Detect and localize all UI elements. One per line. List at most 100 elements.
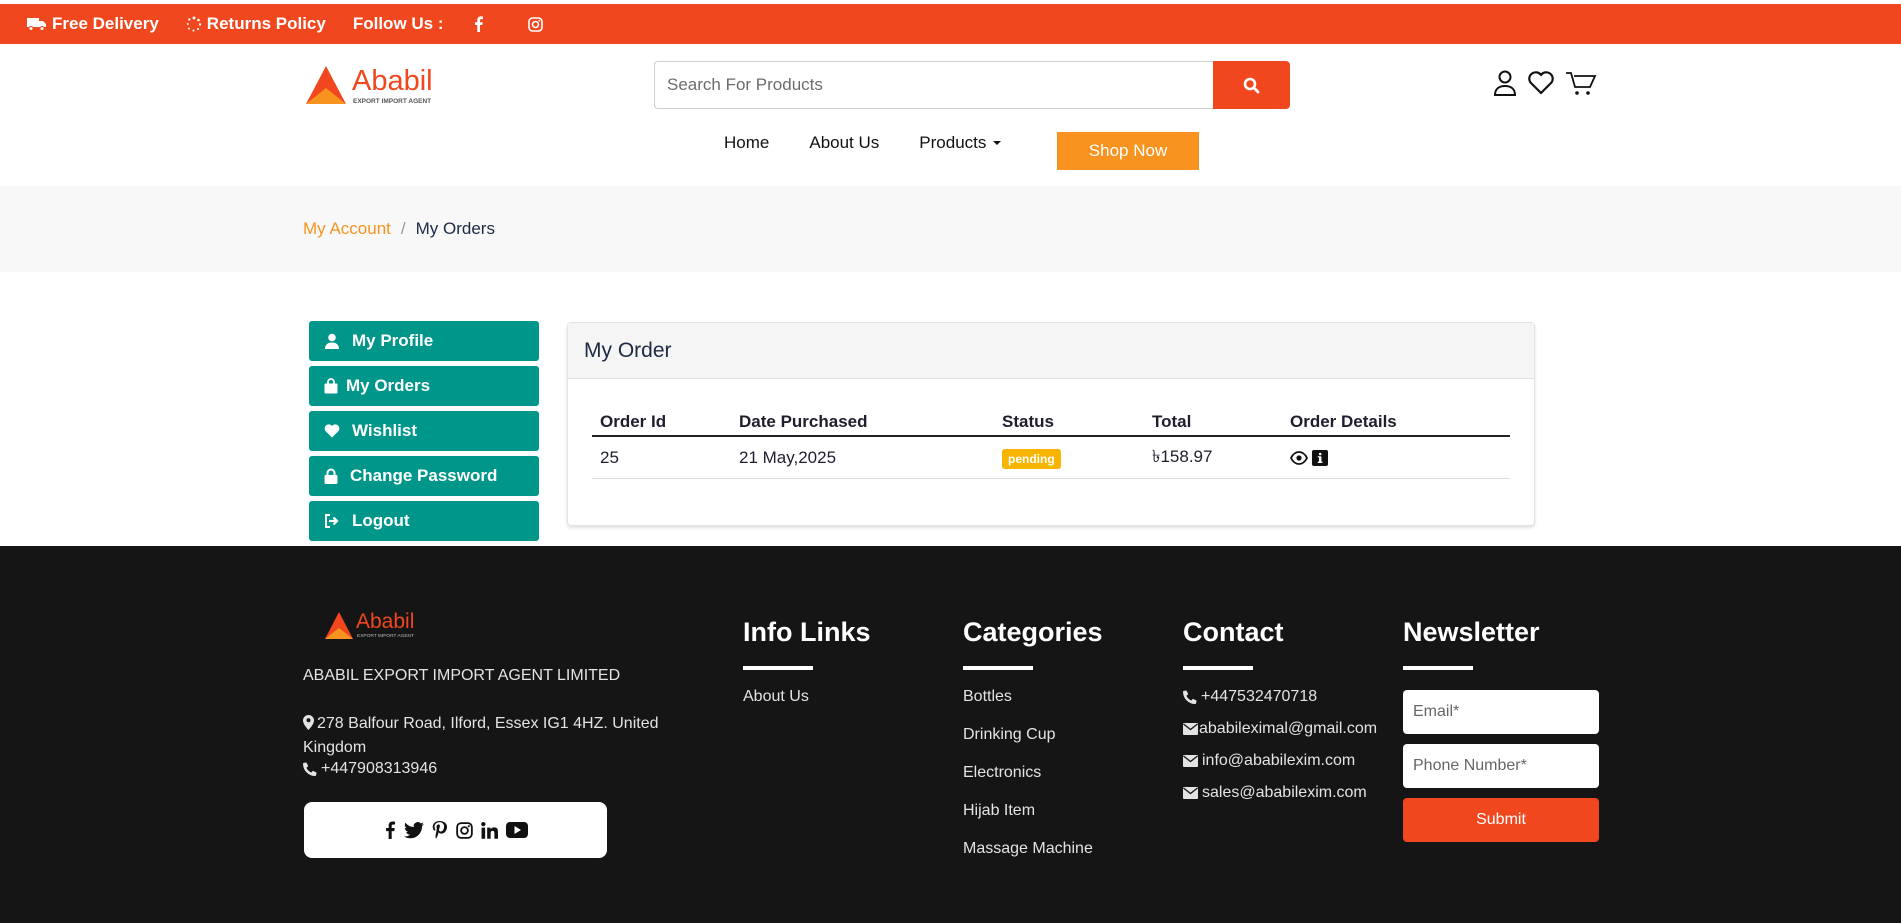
facebook-icon[interactable] — [474, 16, 488, 32]
follow-us: Follow Us : — [353, 14, 568, 34]
footer-contact-phone-text: +447532470718 — [1201, 688, 1318, 705]
order-date: 21 May,2025 — [739, 447, 837, 467]
footer-category-link[interactable]: Bottles — [963, 688, 1103, 706]
column-header: Order Details — [1290, 412, 1397, 431]
main-nav: Home About Us Products Shop Now — [724, 132, 1199, 170]
footer-newsletter-title: Newsletter — [1403, 617, 1540, 647]
returns-policy[interactable]: Returns Policy — [186, 14, 326, 34]
caret-down-icon — [993, 141, 1002, 145]
breadcrumb-band — [0, 186, 1901, 272]
table-header-row: Order Id Date Purchased Status Total Ord… — [592, 409, 1510, 437]
sidebar-item-label: My Orders — [346, 376, 431, 395]
nav-products-label: Products — [919, 133, 987, 152]
heart-icon — [324, 424, 340, 438]
breadcrumb-current: My Orders — [415, 219, 495, 238]
search-input[interactable] — [654, 61, 1213, 109]
nav-about[interactable]: About Us — [809, 133, 879, 153]
lock-icon — [324, 468, 338, 484]
breadcrumb-my-account[interactable]: My Account — [303, 219, 391, 239]
heart-icon[interactable] — [1527, 71, 1555, 95]
facebook-icon[interactable] — [384, 821, 396, 839]
column-header: Status — [1002, 412, 1054, 431]
footer-category-link[interactable]: Massage Machine — [963, 840, 1103, 858]
table-row: 25 21 May,2025 pending ৳158.97 — [592, 437, 1510, 479]
footer-address-text: 278 Balfour Road, Ilford, Essex IG1 4HZ.… — [303, 715, 659, 756]
search-bar — [654, 61, 1290, 109]
linkedin-icon[interactable] — [480, 821, 498, 839]
sidebar-item-wishlist[interactable]: Wishlist — [309, 411, 539, 451]
footer-social-links — [304, 802, 607, 858]
truck-icon — [27, 18, 46, 31]
site-footer — [0, 546, 1901, 923]
logo-tagline: EXPORT IMPORT AGENT — [353, 98, 431, 105]
orders-card: My Order Order Id Date Purchased Status … — [567, 322, 1535, 526]
footer-phone[interactable]: +447908313946 — [303, 760, 437, 778]
footer-contact-email[interactable]: sales@ababilexim.com — [1183, 784, 1377, 802]
footer-link-about[interactable]: About Us — [743, 688, 871, 706]
search-button[interactable] — [1213, 61, 1290, 109]
footer-info-links: Info Links About Us — [743, 617, 871, 726]
sidebar-item-label: Change Password — [350, 466, 498, 485]
sidebar-item-my-profile[interactable]: My Profile — [309, 321, 539, 361]
sidebar-item-label: Logout — [352, 511, 410, 530]
footer-contact-email-text: ababileximal@gmail.com — [1199, 720, 1378, 737]
cart-icon[interactable] — [1565, 70, 1597, 96]
title-underline — [1403, 666, 1473, 670]
info-icon[interactable] — [1312, 449, 1328, 466]
instagram-icon[interactable] — [455, 821, 473, 839]
user-icon[interactable] — [1493, 70, 1517, 96]
order-details-actions — [1290, 449, 1510, 466]
footer-logo[interactable]: Ababil EXPORT IMPORT AGENT — [324, 608, 436, 647]
twitter-icon[interactable] — [403, 821, 424, 839]
sidebar-item-logout[interactable]: Logout — [309, 501, 539, 541]
spinner-icon — [186, 16, 201, 32]
order-total: ৳158.97 — [1152, 446, 1213, 466]
footer-newsletter: Newsletter Submit — [1403, 617, 1599, 842]
search-icon — [1243, 77, 1260, 93]
newsletter-phone-field[interactable] — [1403, 744, 1599, 788]
envelope-icon — [1183, 787, 1198, 799]
sidebar-item-label: My Profile — [352, 331, 434, 350]
newsletter-email-field[interactable] — [1403, 690, 1599, 734]
shop-now-button[interactable]: Shop Now — [1057, 132, 1199, 170]
footer-phone-text: +447908313946 — [321, 760, 438, 777]
envelope-icon — [1183, 723, 1198, 735]
newsletter-submit-button[interactable]: Submit — [1403, 798, 1599, 842]
title-underline — [1183, 666, 1253, 670]
title-underline — [743, 666, 813, 670]
header-icons — [1493, 70, 1607, 96]
footer-categories-title: Categories — [963, 617, 1103, 647]
footer-contact-email[interactable]: ababileximal@gmail.com — [1183, 720, 1377, 738]
phone-icon — [303, 762, 317, 776]
free-delivery-label: Free Delivery — [52, 14, 159, 33]
nav-home[interactable]: Home — [724, 133, 769, 153]
nav-products[interactable]: Products — [919, 133, 1002, 153]
returns-policy-label: Returns Policy — [206, 14, 326, 33]
free-delivery[interactable]: Free Delivery — [27, 14, 159, 34]
youtube-icon[interactable] — [505, 822, 528, 838]
site-logo[interactable]: Ababil EXPORT IMPORT AGENT — [304, 60, 456, 108]
top-bar: Free Delivery Returns Policy Follow Us : — [0, 4, 1901, 44]
orders-table: Order Id Date Purchased Status Total Ord… — [592, 409, 1510, 479]
status-badge: pending — [1002, 448, 1061, 469]
footer-category-link[interactable]: Electronics — [963, 764, 1103, 782]
follow-us-label: Follow Us : — [352, 14, 444, 33]
footer-company-name: ABABIL EXPORT IMPORT AGENT LIMITED — [303, 667, 621, 684]
footer-contact-email[interactable]: info@ababilexim.com — [1183, 752, 1377, 770]
column-header: Order Id — [600, 412, 667, 431]
footer-contact-phone[interactable]: +447532470718 — [1183, 688, 1377, 706]
footer-contact-title: Contact — [1183, 617, 1284, 647]
pinterest-icon[interactable] — [432, 821, 448, 839]
instagram-icon[interactable] — [527, 16, 548, 32]
footer-contact-email-text: info@ababilexim.com — [1202, 752, 1356, 769]
title-underline — [963, 666, 1033, 670]
eye-icon[interactable] — [1290, 450, 1308, 465]
footer-category-link[interactable]: Hijab Item — [963, 802, 1103, 820]
user-icon — [325, 333, 339, 349]
logo-text: Ababil — [352, 65, 433, 97]
footer-category-link[interactable]: Drinking Cup — [963, 726, 1103, 744]
column-header: Date Purchased — [739, 412, 868, 431]
sidebar-item-my-orders[interactable]: My Orders — [309, 366, 539, 406]
sidebar-item-change-password[interactable]: Change Password — [309, 456, 539, 496]
footer-address: 278 Balfour Road, Ilford, Essex IG1 4HZ.… — [303, 712, 673, 760]
